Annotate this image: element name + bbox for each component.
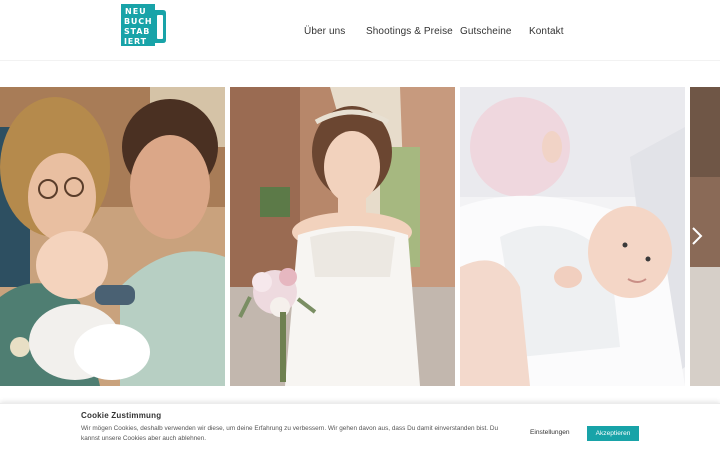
logo-line-2: BUCH	[124, 17, 152, 26]
nav-item-shootings-preise[interactable]: Shootings & Preise	[366, 26, 453, 37]
site-logo[interactable]: NEU BUCH STAB IERT	[119, 2, 167, 48]
logo-line-1: NEU	[125, 7, 147, 16]
cookie-text: Wir mögen Cookies, deshalb verwenden wir…	[81, 425, 499, 442]
nav-item-gutscheine[interactable]: Gutscheine	[460, 26, 512, 37]
chevron-right-icon[interactable]	[688, 226, 706, 246]
site-header: NEU BUCH STAB IERT Über uns Shootings & …	[0, 0, 720, 60]
cookie-settings-link[interactable]: Einstellungen	[530, 429, 570, 436]
cookie-consent-bar: Cookie Zustimmung Wir mögen Cookies, des…	[0, 403, 720, 450]
cookie-accept-button[interactable]: Akzeptieren	[587, 426, 639, 441]
gallery-photo-family[interactable]	[0, 87, 225, 386]
nav-item-kontakt[interactable]: Kontakt	[529, 26, 564, 37]
gallery-photo-newborn[interactable]	[460, 87, 685, 386]
gallery-photo-bride[interactable]	[230, 87, 455, 386]
header-divider	[0, 60, 720, 61]
nav-item-ueber-uns[interactable]: Über uns	[304, 26, 345, 37]
cookie-title: Cookie Zustimmung	[81, 411, 162, 420]
photo-gallery	[0, 87, 720, 386]
main-nav: Über uns Shootings & Preise Gutscheine K…	[0, 26, 720, 40]
